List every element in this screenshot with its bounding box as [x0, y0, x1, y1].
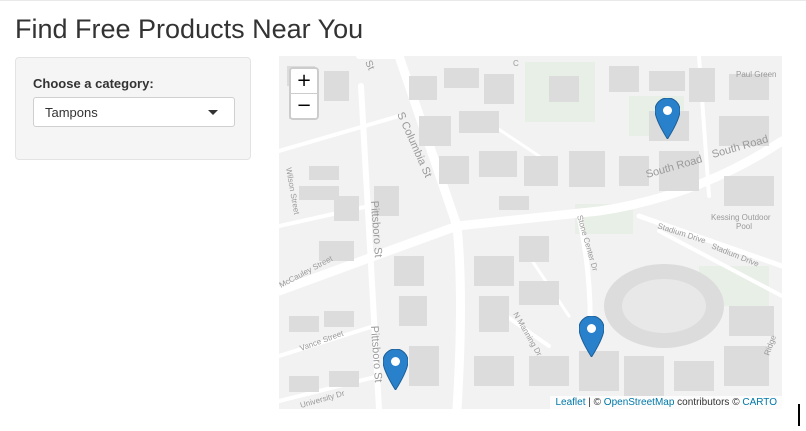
stadium	[604, 264, 724, 348]
top-divider	[0, 0, 806, 1]
page-title: Find Free Products Near You	[15, 14, 364, 44]
leaflet-link[interactable]: Leaflet	[555, 397, 585, 408]
attribution-contrib: contributors ©	[674, 397, 743, 408]
openstreetmap-link[interactable]: OpenStreetMap	[604, 397, 675, 408]
chevron-down-icon	[208, 110, 218, 115]
map[interactable]: S Columbia St Pittsboro St Pittsboro St …	[279, 56, 782, 409]
sidebar-panel: Choose a category: Tampons	[15, 57, 251, 160]
map-marker-1[interactable]	[655, 98, 680, 139]
carto-link[interactable]: CARTO	[742, 397, 777, 408]
category-label: Choose a category:	[33, 76, 154, 91]
category-select[interactable]: Tampons	[33, 97, 235, 127]
map-tiles[interactable]	[279, 56, 782, 409]
category-select-value: Tampons	[45, 105, 98, 120]
map-marker-2[interactable]	[579, 316, 604, 357]
map-marker-3[interactable]	[383, 349, 408, 390]
map-attribution: Leaflet | © OpenStreetMap contributors ©…	[550, 396, 782, 409]
zoom-in-button[interactable]: +	[291, 69, 317, 93]
attribution-sep: | ©	[585, 397, 604, 408]
text-cursor	[798, 404, 800, 426]
zoom-control: + −	[289, 67, 319, 120]
zoom-out-button[interactable]: −	[291, 93, 317, 118]
